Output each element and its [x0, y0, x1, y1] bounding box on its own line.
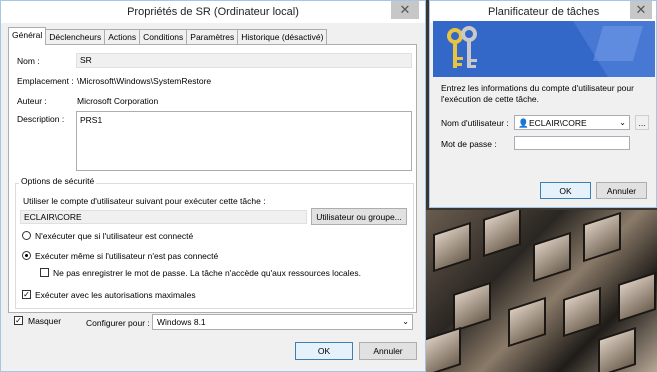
close-icon[interactable]: ✕ — [636, 2, 647, 18]
scheduler-dialog-title: Planificateur de tâches — [488, 6, 600, 18]
run-always-label[interactable]: Exécuter même si l'utilisateur n'est pas… — [35, 251, 218, 261]
account-field: ECLAIR\CORE — [20, 210, 307, 224]
password-label: Mot de passe : — [441, 139, 497, 149]
hidden-checkbox[interactable]: ✓ — [14, 316, 23, 325]
dialog-title: Propriétés de SR (Ordinateur local) — [127, 6, 299, 18]
username-label: Nom d'utilisateur : — [441, 118, 509, 128]
chevron-down-icon: ⌄ — [402, 317, 409, 326]
scheduler-close-button[interactable]: ✕ — [630, 1, 652, 19]
name-field[interactable]: SR — [76, 53, 412, 68]
scheduler-ok-button[interactable]: OK — [540, 182, 591, 199]
cancel-button[interactable]: Annuler — [359, 342, 417, 360]
name-label: Nom : — [17, 56, 40, 66]
run-always-radio[interactable] — [22, 251, 31, 260]
author-value: Microsoft Corporation — [77, 96, 159, 106]
ok-button[interactable]: OK — [295, 342, 353, 360]
task-scheduler-credentials-dialog: Planificateur de tâches ✕ Entrez les inf… — [429, 0, 657, 208]
scheduler-cancel-button[interactable]: Annuler — [596, 182, 647, 199]
run-logged-on-radio[interactable] — [22, 231, 31, 240]
tab-actions[interactable]: Actions — [104, 29, 141, 45]
browse-button[interactable]: ... — [635, 115, 649, 130]
credentials-prompt: Entrez les informations du compte d'util… — [441, 83, 634, 104]
configure-for-value: Windows 8.1 — [157, 317, 206, 327]
tab-triggers[interactable]: Déclencheurs — [45, 29, 106, 45]
task-properties-dialog: Propriétés de SR (Ordinateur local) ✕ Gé… — [0, 0, 426, 372]
title-bar: Propriétés de SR (Ordinateur local) ✕ — [1, 1, 425, 23]
highest-privileges-checkbox[interactable]: ✓ — [22, 290, 31, 299]
general-tab-panel: Nom : SR Emplacement : \Microsoft\Window… — [8, 44, 417, 313]
tab-strip: Général Déclencheurs Actions Conditions … — [8, 27, 328, 45]
scheduler-title-bar: Planificateur de tâches ✕ — [430, 1, 656, 23]
username-combo[interactable]: 👤 ECLAIR\CORE ⌄ — [514, 115, 630, 130]
user-group-button[interactable]: Utilisateur ou groupe... — [311, 208, 407, 225]
tab-general[interactable]: Général — [8, 27, 47, 45]
tab-settings[interactable]: Paramètres — [186, 29, 239, 45]
scheduler-banner — [433, 21, 655, 77]
no-store-password-checkbox[interactable] — [40, 268, 49, 277]
configure-for-select[interactable]: Windows 8.1 ⌄ — [152, 314, 413, 330]
no-store-password-label[interactable]: Ne pas enregistrer le mot de passe. La t… — [53, 268, 361, 278]
run-logged-on-label[interactable]: N'exécuter que si l'utilisateur est conn… — [35, 231, 193, 241]
tab-history[interactable]: Historique (désactivé) — [237, 29, 328, 45]
hidden-label[interactable]: Masquer — [28, 316, 61, 326]
keys-icon — [433, 21, 655, 77]
desktop-wallpaper — [425, 210, 657, 372]
tab-conditions[interactable]: Conditions — [139, 29, 188, 45]
description-textarea[interactable]: PRS1 — [76, 111, 412, 171]
user-icon: 👤 — [518, 118, 529, 128]
close-icon[interactable]: ✕ — [400, 2, 411, 18]
location-value: \Microsoft\Windows\SystemRestore — [77, 76, 212, 86]
highest-privileges-label[interactable]: Exécuter avec les autorisations maximale… — [35, 290, 196, 300]
location-label: Emplacement : — [17, 76, 74, 86]
close-button[interactable]: ✕ — [391, 1, 419, 19]
account-prompt: Utiliser le compte d'utilisateur suivant… — [23, 196, 266, 206]
chevron-down-icon: ⌄ — [619, 118, 626, 127]
username-value: ECLAIR\CORE — [529, 118, 587, 128]
description-label: Description : — [17, 114, 65, 124]
configure-for-label: Configurer pour : — [86, 318, 150, 328]
security-group-title: Options de sécurité — [19, 176, 97, 186]
author-label: Auteur : — [17, 96, 47, 106]
password-field[interactable] — [514, 136, 630, 150]
